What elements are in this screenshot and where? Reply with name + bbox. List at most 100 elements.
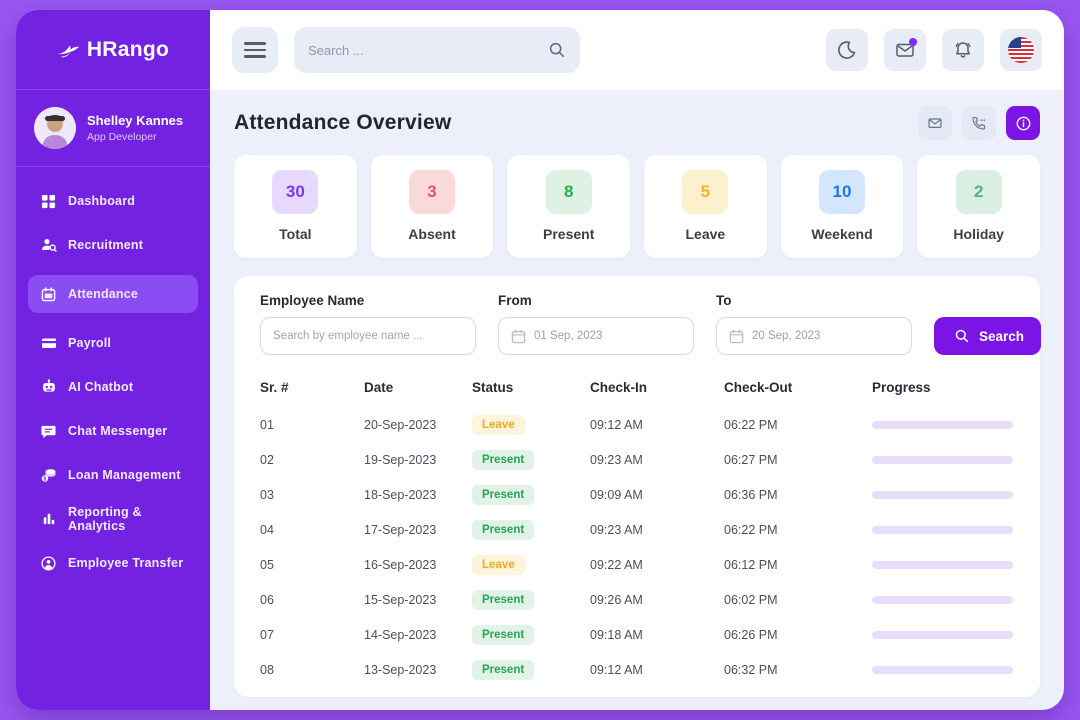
date-cell: 19-Sep-2023	[364, 453, 472, 467]
stat-card-weekend: 10 Weekend	[781, 155, 904, 258]
sidebar-item-loan-management[interactable]: $ Loan Management	[28, 457, 198, 493]
phone-icon	[971, 115, 987, 131]
progress-bar	[872, 526, 1013, 534]
progress-bar	[872, 631, 1013, 639]
table-row: 06 15-Sep-2023 Present 09:26 AM 06:02 PM	[260, 582, 1014, 617]
sidebar-item-label: Chat Messenger	[68, 424, 167, 438]
bar-chart-icon	[40, 511, 57, 528]
check-out-cell: 06:22 PM	[724, 523, 872, 537]
table-row: 02 19-Sep-2023 Present 09:23 AM 06:27 PM	[260, 442, 1014, 477]
filter-search-button[interactable]: Search	[934, 317, 1041, 355]
user-role: App Developer	[87, 131, 183, 143]
chat-bubble-icon	[40, 423, 57, 440]
date-cell: 17-Sep-2023	[364, 523, 472, 537]
stat-card-present: 8 Present	[507, 155, 630, 258]
check-out-cell: 06:32 PM	[724, 663, 872, 677]
sr-cell: 04	[260, 523, 364, 537]
stat-label: Weekend	[789, 226, 896, 242]
from-date-value: 01 Sep, 2023	[534, 330, 602, 342]
svg-text:$: $	[43, 476, 46, 482]
sidebar-item-recruitment[interactable]: Recruitment	[28, 227, 198, 263]
stat-label: Total	[242, 226, 349, 242]
sidebar-item-label: Reporting & Analytics	[68, 505, 186, 533]
page-header: Attendance Overview	[234, 106, 1040, 140]
employee-name-input[interactable]	[273, 330, 463, 342]
stat-label: Absent	[379, 226, 486, 242]
person-circle-icon	[40, 555, 57, 572]
call-action-button[interactable]	[962, 106, 996, 140]
sidebar-item-chat-messenger[interactable]: Chat Messenger	[28, 413, 198, 449]
robot-icon	[40, 379, 57, 396]
menu-toggle-button[interactable]	[232, 27, 278, 73]
messages-button[interactable]	[884, 29, 926, 71]
sidebar-item-ai-chatbot[interactable]: AI Chatbot	[28, 369, 198, 405]
language-button[interactable]	[1000, 29, 1042, 71]
table-row: 01 20-Sep-2023 Leave 09:12 AM 06:22 PM	[260, 407, 1014, 442]
column-header: Progress	[872, 380, 1014, 395]
to-date-label: To	[716, 293, 912, 308]
stat-label: Holiday	[925, 226, 1032, 242]
check-out-cell: 06:02 PM	[724, 593, 872, 607]
content: Attendance Overview 30 Total	[210, 90, 1064, 710]
progress-bar	[872, 596, 1013, 604]
check-out-cell: 06:22 PM	[724, 418, 872, 432]
check-in-cell: 09:18 AM	[590, 628, 724, 642]
wing-icon	[57, 40, 83, 60]
column-header: Sr. #	[260, 380, 364, 395]
sidebar-item-payroll[interactable]: Payroll	[28, 325, 198, 361]
status-badge: Present	[472, 625, 534, 645]
filter-search-label: Search	[979, 329, 1024, 344]
page-title: Attendance Overview	[234, 111, 451, 135]
main-area: Attendance Overview 30 Total	[210, 10, 1064, 710]
notifications-button[interactable]	[942, 29, 984, 71]
sidebar-item-dashboard[interactable]: Dashboard	[28, 183, 198, 219]
search-icon	[548, 41, 566, 59]
info-action-button[interactable]	[1006, 106, 1040, 140]
check-in-cell: 09:23 AM	[590, 453, 724, 467]
search-icon	[954, 328, 970, 344]
avatar	[34, 107, 76, 149]
user-profile[interactable]: Shelley Kannes App Developer	[16, 90, 210, 167]
table-row: 04 17-Sep-2023 Present 09:23 AM 06:22 PM	[260, 512, 1014, 547]
calendar-icon	[511, 329, 526, 344]
app-window: HRango Shelley Kannes App Developer Dash…	[16, 10, 1064, 710]
status-badge: Present	[472, 590, 534, 610]
date-cell: 18-Sep-2023	[364, 488, 472, 502]
stat-label: Present	[515, 226, 622, 242]
stat-value: 10	[819, 170, 865, 214]
sidebar-item-employee-transfer[interactable]: Employee Transfer	[28, 545, 198, 581]
us-flag-icon	[1008, 37, 1034, 63]
column-header: Check-In	[590, 380, 724, 395]
progress-bar	[872, 456, 1013, 464]
brand-logo: HRango	[16, 10, 210, 90]
stat-card-holiday: 2 Holiday	[917, 155, 1040, 258]
check-out-cell: 06:36 PM	[724, 488, 872, 502]
check-out-cell: 06:27 PM	[724, 453, 872, 467]
date-cell: 20-Sep-2023	[364, 418, 472, 432]
sidebar-item-label: Employee Transfer	[68, 556, 183, 570]
progress-bar	[872, 561, 1013, 569]
email-action-button[interactable]	[918, 106, 952, 140]
sr-cell: 08	[260, 663, 364, 677]
sidebar-item-reporting-analytics[interactable]: Reporting & Analytics	[28, 501, 198, 537]
bell-icon	[953, 40, 973, 60]
from-date-label: From	[498, 293, 694, 308]
sr-cell: 06	[260, 593, 364, 607]
stat-value: 5	[682, 170, 728, 214]
from-date-picker[interactable]: 01 Sep, 2023	[498, 317, 694, 355]
status-badge: Leave	[472, 415, 525, 435]
to-date-picker[interactable]: 20 Sep, 2023	[716, 317, 912, 355]
check-in-cell: 09:09 AM	[590, 488, 724, 502]
dark-mode-button[interactable]	[826, 29, 868, 71]
mail-icon	[927, 115, 943, 131]
global-search-input[interactable]	[308, 43, 538, 58]
sidebar-item-label: AI Chatbot	[68, 380, 133, 394]
date-cell: 15-Sep-2023	[364, 593, 472, 607]
check-in-cell: 09:23 AM	[590, 523, 724, 537]
user-name: Shelley Kannes	[87, 113, 183, 128]
status-badge: Present	[472, 450, 534, 470]
stat-value: 2	[956, 170, 1002, 214]
progress-bar	[872, 666, 1013, 674]
sidebar-item-attendance[interactable]: Attendance	[28, 275, 198, 313]
table-row: 07 14-Sep-2023 Present 09:18 AM 06:26 PM	[260, 617, 1014, 652]
